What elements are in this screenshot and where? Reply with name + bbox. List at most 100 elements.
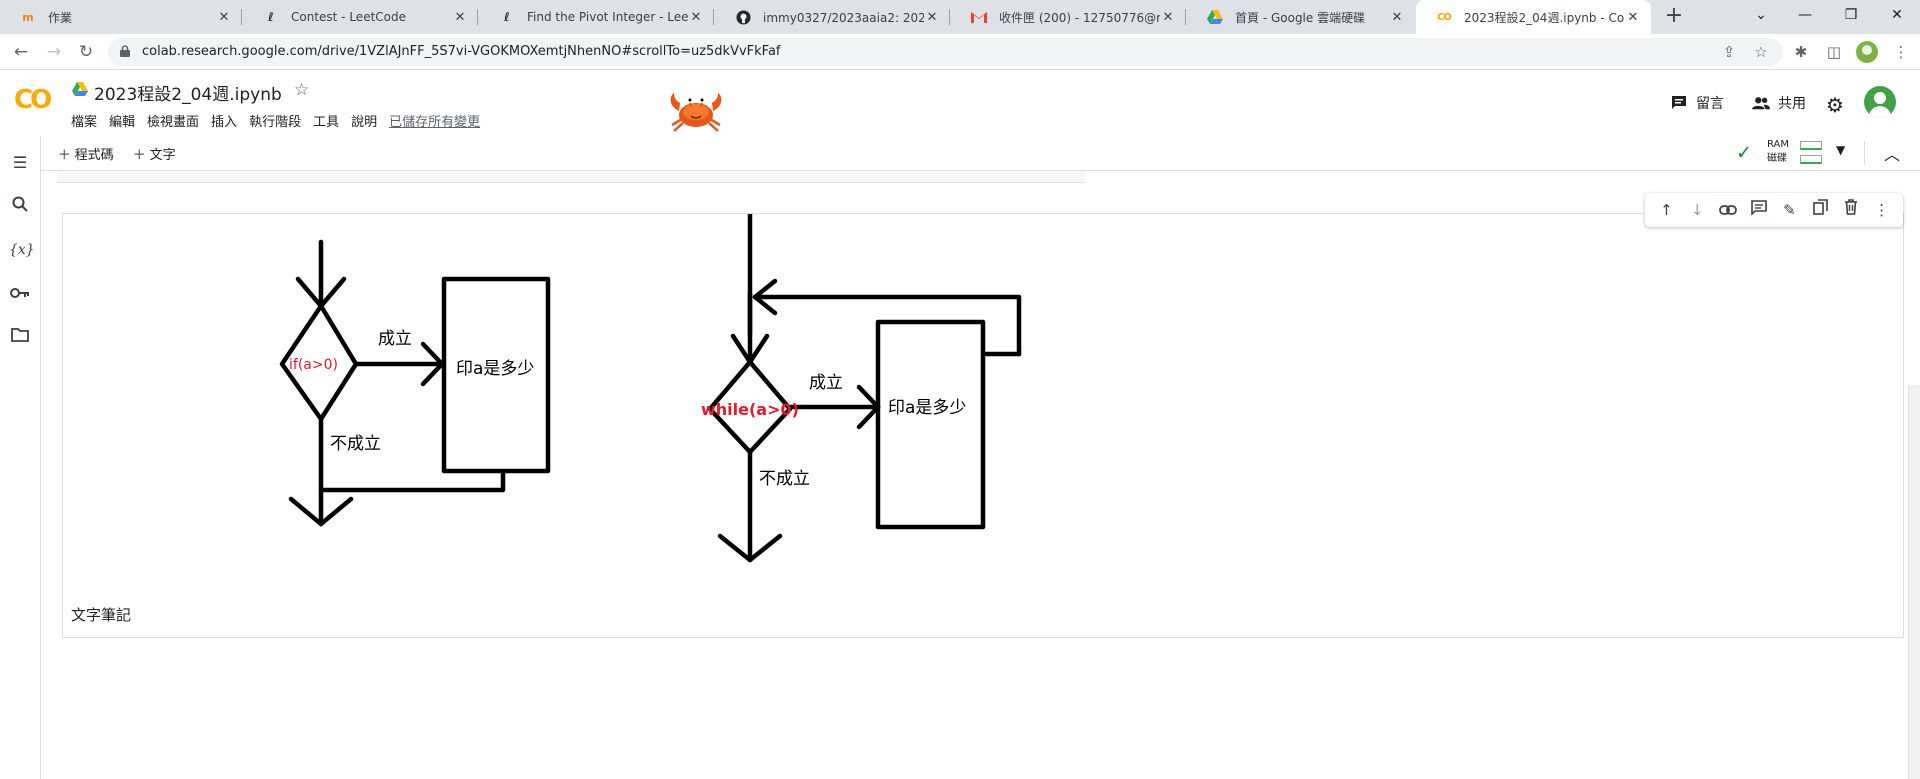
add-text-label: 文字 xyxy=(149,148,176,163)
tab-title: 首頁 - Google 雲端硬碟 xyxy=(1235,10,1366,25)
collapse-header-icon[interactable]: ︿ xyxy=(1884,141,1900,165)
leetcode-icon: ℓ xyxy=(504,10,510,24)
delete-trash-icon[interactable] xyxy=(1840,199,1862,221)
moodle-icon: m xyxy=(22,10,34,24)
if-true-label: 成立 xyxy=(378,329,412,349)
notebook-scrollbar[interactable] xyxy=(1908,385,1920,779)
previous-cell-output xyxy=(57,171,1085,183)
forward-icon[interactable]: → xyxy=(42,40,66,64)
while-false-label: 不成立 xyxy=(759,469,810,489)
disk-usage-bar xyxy=(1800,155,1822,164)
browser-tab-active[interactable]: CO 2023程設2_04週.ipynb - Colab ✕ xyxy=(1416,0,1651,34)
new-tab-button[interactable]: + xyxy=(1661,4,1687,30)
browser-menu-icon[interactable]: ⋮ xyxy=(1890,41,1912,63)
browser-tab[interactable]: m 作業 ✕ xyxy=(0,0,242,34)
google-drive-icon xyxy=(72,82,88,96)
reload-icon[interactable]: ↻ xyxy=(74,40,98,64)
share-button[interactable]: 共用 xyxy=(1752,93,1806,113)
mirror-cell-icon[interactable] xyxy=(1809,199,1831,221)
comment-icon[interactable] xyxy=(1748,199,1770,221)
ram-usage-bar xyxy=(1800,141,1822,150)
browser-tab[interactable]: 收件匣 (200) - 12750776@me ✕ xyxy=(951,0,1186,34)
menu-view[interactable]: 檢視畫面 xyxy=(147,111,199,130)
notebook-toolbar: + 程式碼 + 文字 ✓ RAM 磁碟 ▼ ︿ xyxy=(0,135,1920,171)
menu-file[interactable]: 檔案 xyxy=(71,111,97,130)
menu-edit[interactable]: 編輯 xyxy=(109,111,135,130)
plus-icon: + xyxy=(58,145,71,163)
browser-tab[interactable]: immy0327/2023aaia2: 2023程 ✕ xyxy=(715,0,950,34)
close-tab-icon[interactable]: ✕ xyxy=(688,10,704,25)
files-folder-icon[interactable] xyxy=(9,326,31,348)
star-icon[interactable]: ☆ xyxy=(294,80,309,100)
cell-toolbar: ↑ ↓ ✎ ⋮ xyxy=(1645,193,1903,227)
share-label: 共用 xyxy=(1778,96,1806,112)
close-tab-icon[interactable]: ✕ xyxy=(1160,10,1176,25)
saved-status[interactable]: 已儲存所有變更 xyxy=(389,111,480,130)
close-window-button[interactable]: ✕ xyxy=(1874,0,1920,34)
comment-label: 留言 xyxy=(1696,96,1724,112)
colab-header: CO 2023程設2_04週.ipynb ☆ 檔案 編輯 檢視畫面 插入 執行階… xyxy=(0,71,1920,135)
more-options-icon[interactable]: ⋮ xyxy=(1871,199,1893,221)
user-avatar[interactable] xyxy=(1864,86,1896,118)
share-page-icon[interactable]: ⇪ xyxy=(1720,44,1738,60)
notebook-title[interactable]: 2023程設2_04週.ipynb xyxy=(94,80,282,105)
text-cell[interactable]: if(a>0) 成立 不成立 印a是多少 while(a>0) 成立 不成立 印… xyxy=(62,213,1904,638)
close-tab-icon[interactable]: ✕ xyxy=(1625,10,1641,25)
close-tab-icon[interactable]: ✕ xyxy=(216,10,232,25)
while-condition-label: while(a>0) xyxy=(701,400,799,419)
cell-text-content: 文字筆記 xyxy=(71,606,132,624)
bookmark-star-icon[interactable]: ☆ xyxy=(1752,44,1770,60)
runtime-dropdown-icon[interactable]: ▼ xyxy=(1836,143,1845,157)
colab-icon: CO xyxy=(1437,11,1452,23)
toolbar-divider xyxy=(1864,141,1865,165)
close-tab-icon[interactable]: ✕ xyxy=(452,10,468,25)
settings-gear-icon[interactable]: ⚙ xyxy=(1826,93,1844,117)
comment-button[interactable]: 留言 xyxy=(1670,93,1724,113)
secrets-key-icon[interactable] xyxy=(9,283,31,305)
colab-logo[interactable]: CO xyxy=(14,85,52,115)
disk-label: 磁碟 xyxy=(1767,153,1787,164)
link-icon[interactable] xyxy=(1717,199,1739,221)
ram-label: RAM xyxy=(1767,139,1790,150)
resource-monitor[interactable]: RAM 磁碟 xyxy=(1767,138,1822,166)
menu-insert[interactable]: 插入 xyxy=(211,111,237,130)
restore-button[interactable]: ❐ xyxy=(1828,0,1874,34)
side-panel-icon[interactable]: ◫ xyxy=(1823,41,1845,63)
flowchart-drawing: if(a>0) 成立 不成立 印a是多少 while(a>0) 成立 不成立 印… xyxy=(279,214,1022,563)
add-code-button[interactable]: + 程式碼 xyxy=(58,144,114,163)
menu-bar: 檔案 編輯 檢視畫面 插入 執行階段 工具 說明 已儲存所有變更 xyxy=(71,111,492,130)
extensions-icon[interactable]: ✱ xyxy=(1790,41,1812,63)
back-icon[interactable]: ← xyxy=(9,40,33,64)
address-bar: ← → ↻ colab.research.google.com/drive/1V… xyxy=(0,34,1920,70)
tab-title: 收件匣 (200) - 12750776@me xyxy=(999,10,1160,25)
add-text-button[interactable]: + 文字 xyxy=(133,144,176,163)
left-sidebar: ☰ {x} xyxy=(0,136,41,779)
tab-search-icon[interactable]: ⌄ xyxy=(1738,0,1784,34)
lock-icon xyxy=(120,45,130,57)
if-action-label: 印a是多少 xyxy=(456,359,534,379)
menu-runtime[interactable]: 執行階段 xyxy=(249,111,301,130)
gmail-icon xyxy=(971,9,987,25)
edit-pencil-icon[interactable]: ✎ xyxy=(1778,199,1800,221)
search-icon[interactable] xyxy=(9,196,31,218)
move-down-icon[interactable]: ↓ xyxy=(1686,199,1708,221)
browser-profile-avatar[interactable] xyxy=(1856,41,1878,63)
browser-tab[interactable]: ℓ Find the Pivot Integer - LeetCo ✕ xyxy=(479,0,714,34)
menu-tools[interactable]: 工具 xyxy=(313,111,339,130)
move-up-icon[interactable]: ↑ xyxy=(1655,199,1677,221)
tab-title: immy0327/2023aaia2: 2023程 xyxy=(763,10,924,25)
connected-check-icon[interactable]: ✓ xyxy=(1736,142,1752,164)
minimize-button[interactable]: — xyxy=(1782,0,1828,34)
close-tab-icon[interactable]: ✕ xyxy=(924,10,940,25)
menu-help[interactable]: 說明 xyxy=(351,111,377,130)
omnibox[interactable]: colab.research.google.com/drive/1VZlAJnF… xyxy=(108,38,1783,66)
browser-tab[interactable]: 首頁 - Google 雲端硬碟 ✕ xyxy=(1187,0,1415,34)
if-false-label: 不成立 xyxy=(330,434,381,454)
variables-icon[interactable]: {x} xyxy=(9,239,35,261)
tab-title: 作業 xyxy=(48,10,73,25)
table-of-contents-icon[interactable]: ☰ xyxy=(9,152,31,174)
close-tab-icon[interactable]: ✕ xyxy=(1389,10,1405,25)
people-icon xyxy=(1752,94,1770,112)
browser-tab-strip: m 作業 ✕ ℓ Contest - LeetCode ✕ ℓ Find the… xyxy=(0,0,1920,34)
browser-tab[interactable]: ℓ Contest - LeetCode ✕ xyxy=(243,0,478,34)
